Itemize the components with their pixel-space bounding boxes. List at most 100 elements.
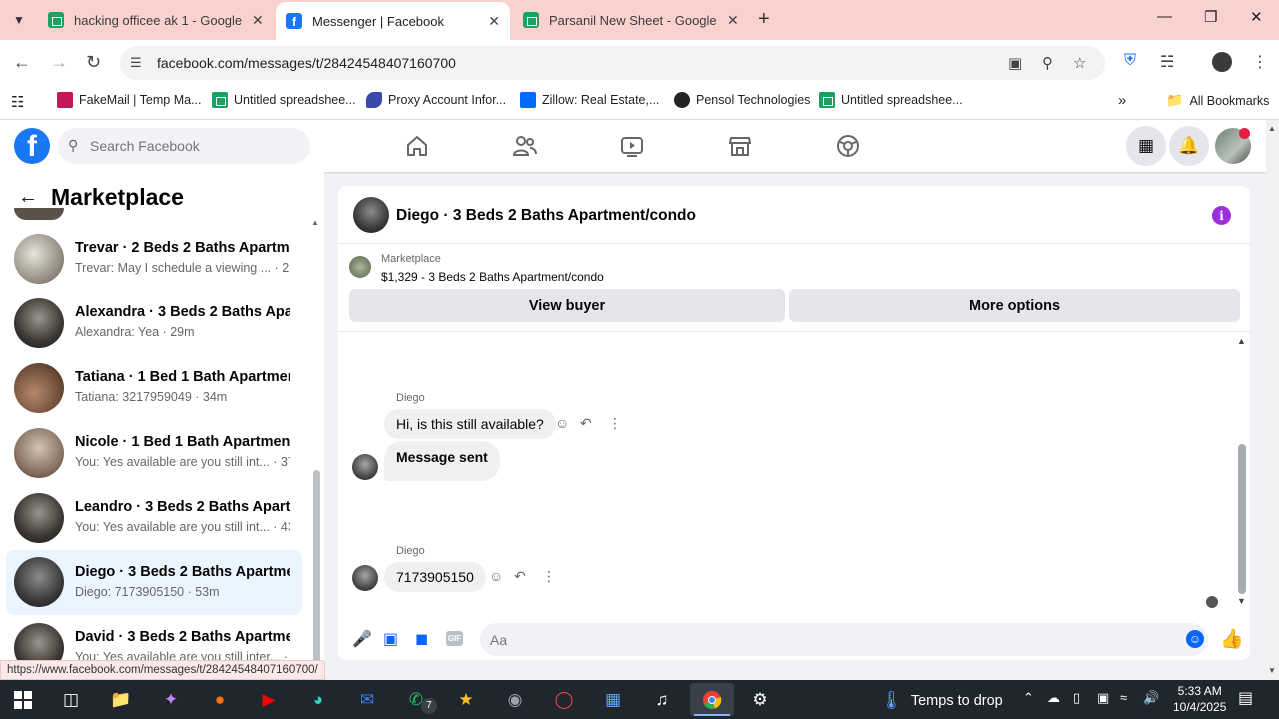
message-composer[interactable] <box>480 623 1208 656</box>
notifications-bell-icon[interactable]: 🔔 <box>1169 126 1209 166</box>
bookmark-zillow[interactable]: Zillow: Real Estate,... <box>520 92 659 108</box>
conversation-tatiana[interactable]: Tatiana · 1 Bed 1 Bath Apartmen... Tatia… <box>6 358 302 418</box>
tiktok-icon[interactable]: ♫ <box>647 686 677 714</box>
conversation-diego[interactable]: Diego · 3 Beds 2 Baths Apartme... Diego:… <box>6 550 302 615</box>
more-options-button[interactable]: More options <box>789 289 1240 322</box>
scroll-up-arrow-icon[interactable]: ▲ <box>311 218 319 227</box>
app-icon[interactable]: ● <box>205 686 235 714</box>
nav-video-icon[interactable] <box>612 132 652 160</box>
close-icon[interactable]: ✕ <box>727 12 739 29</box>
react-smiley-icon[interactable]: ☺ <box>555 415 569 431</box>
facebook-search[interactable]: ⚲ <box>58 128 310 164</box>
conversation-nicole[interactable]: Nicole · 1 Bed 1 Bath Apartment... You: … <box>6 423 302 483</box>
listing-price[interactable]: $1,329 - 3 Beds 2 Baths Apartment/condo <box>381 270 604 284</box>
message-input[interactable] <box>490 623 1170 656</box>
chat-scrollbar-thumb[interactable] <box>1238 444 1246 594</box>
edge-icon[interactable]: ◕ <box>303 686 333 714</box>
microphone-icon[interactable]: 🎤 <box>352 629 372 649</box>
more-dots-icon[interactable]: ⋮ <box>542 568 556 585</box>
bookmark-proxy[interactable]: Proxy Account Infor... <box>366 92 506 108</box>
app-icon[interactable]: ◉ <box>500 686 530 714</box>
install-app-icon[interactable]: ▣ <box>1008 54 1022 72</box>
emoji-icon[interactable]: ☺ <box>1186 630 1204 648</box>
scroll-up-arrow-icon[interactable]: ▲ <box>1268 124 1276 133</box>
opera-icon[interactable]: ◯ <box>549 686 579 714</box>
shield-extension-icon[interactable]: ⛨ <box>1124 52 1136 70</box>
browser-menu-icon[interactable]: ⋮ <box>1252 52 1268 72</box>
tab-search-icon[interactable]: ▼ <box>6 8 32 32</box>
search-input[interactable] <box>90 128 300 164</box>
settings-gear-icon[interactable]: ⚙ <box>745 686 775 714</box>
tray-chevron-icon[interactable]: ⌃ <box>1023 690 1034 706</box>
sender-avatar[interactable] <box>352 565 378 591</box>
bookmark-pensol[interactable]: Pensol Technologies <box>674 92 810 108</box>
gif-icon[interactable]: GIF <box>446 631 463 646</box>
youtube-icon[interactable]: ▶ <box>254 686 284 714</box>
bookmark-untitled-2[interactable]: Untitled spreadshee... <box>819 92 963 108</box>
chat-title[interactable]: Diego · 3 Beds 2 Baths Apartment/condo <box>396 207 696 225</box>
system-clock[interactable]: 5:33 AM 10/4/2025 <box>1173 683 1226 715</box>
sticker-icon[interactable]: ◼ <box>415 629 428 649</box>
message-bubble[interactable]: 7173905150 <box>384 562 486 592</box>
new-tab-button[interactable]: + <box>758 8 770 31</box>
site-info-icon[interactable]: ☰ <box>130 55 142 71</box>
bookmark-fakemail[interactable]: FakeMail | Temp Ma... <box>57 92 202 108</box>
chrome-icon[interactable] <box>690 683 734 716</box>
notifications-icon[interactable]: ▤ <box>1238 688 1253 708</box>
nav-marketplace-icon[interactable] <box>720 132 760 160</box>
outlook-icon[interactable]: ✉ <box>352 686 382 714</box>
facebook-logo-icon[interactable]: f <box>14 128 50 164</box>
url-text[interactable]: facebook.com/messages/t/2842454840716070… <box>157 55 456 71</box>
forward-arrow-icon[interactable]: → <box>50 52 68 73</box>
tab-messenger[interactable]: f Messenger | Facebook ✕ <box>276 2 510 40</box>
extensions-puzzle-icon[interactable]: ☵ <box>1160 52 1174 72</box>
volume-icon[interactable]: 🔊 <box>1143 690 1159 706</box>
reply-arrow-icon[interactable]: ↶ <box>580 415 592 432</box>
photo-icon[interactable]: ▣ <box>383 629 398 649</box>
conversation-trevar[interactable]: Trevar · 2 Beds 2 Baths Apartme... Treva… <box>6 229 302 289</box>
nav-home-icon[interactable] <box>397 132 437 160</box>
bookmark-star-icon[interactable]: ☆ <box>1073 54 1086 72</box>
minimize-icon[interactable]: — <box>1157 8 1172 25</box>
message-bubble[interactable]: Hi, is this still available? <box>384 409 556 439</box>
close-icon[interactable]: ✕ <box>252 12 264 29</box>
thumbs-up-icon[interactable]: 👍 <box>1220 627 1244 651</box>
message-bubble[interactable]: Message sent <box>384 441 500 481</box>
tab-sheets-parsanil[interactable]: Parsanil New Sheet - Google Sheets ✕ <box>513 0 749 40</box>
conversation-leandro[interactable]: Leandro · 3 Beds 2 Baths Apart... You: Y… <box>6 488 302 548</box>
reload-icon[interactable]: ↻ <box>86 52 101 73</box>
menu-grid-icon[interactable]: ▦ <box>1126 126 1166 166</box>
more-dots-icon[interactable]: ⋮ <box>608 415 622 432</box>
react-smiley-icon[interactable]: ☺ <box>489 568 503 584</box>
window-close-icon[interactable]: ✕ <box>1250 8 1263 26</box>
page-scrollbar[interactable] <box>1266 120 1279 680</box>
copilot-icon[interactable]: ✦ <box>156 686 186 714</box>
chat-avatar[interactable] <box>353 197 389 233</box>
reply-arrow-icon[interactable]: ↶ <box>514 568 526 585</box>
apps-grid-icon[interactable]: ☷ <box>11 93 24 111</box>
more-bookmarks-chevron-icon[interactable]: » <box>1118 92 1126 109</box>
wifi-icon[interactable]: ≈ <box>1120 690 1127 705</box>
nav-friends-icon[interactable] <box>505 132 545 160</box>
cloud-icon[interactable]: ☁ <box>1047 690 1060 706</box>
start-windows-icon[interactable] <box>8 686 38 714</box>
restore-icon[interactable]: ❐ <box>1204 8 1217 26</box>
medal-icon[interactable]: ★ <box>451 686 481 714</box>
info-icon[interactable]: i <box>1212 206 1231 225</box>
listing-thumbnail[interactable] <box>349 256 371 278</box>
conversation-alexandra[interactable]: Alexandra · 3 Beds 2 Baths Apar... Alexa… <box>6 293 302 353</box>
task-view-icon[interactable]: ◫ <box>56 686 86 714</box>
network-icon[interactable]: ▣ <box>1097 690 1109 706</box>
view-buyer-button[interactable]: View buyer <box>349 289 785 322</box>
nav-gaming-icon[interactable] <box>828 132 868 160</box>
store-icon[interactable]: ▦ <box>598 686 628 714</box>
tab-sheets-hacking[interactable]: hacking officee ak 1 - Google Sheets ✕ <box>38 0 274 40</box>
bookmark-untitled-1[interactable]: Untitled spreadshee... <box>212 92 356 108</box>
close-icon[interactable]: ✕ <box>488 13 500 30</box>
scroll-up-arrow-icon[interactable]: ▲ <box>1237 336 1246 346</box>
scroll-down-arrow-icon[interactable]: ▼ <box>1237 596 1246 606</box>
sidebar-scrollbar-thumb[interactable] <box>313 470 320 664</box>
profile-avatar[interactable] <box>1212 52 1232 72</box>
back-arrow-icon[interactable]: ← <box>13 52 31 73</box>
scroll-down-arrow-icon[interactable]: ▼ <box>1268 666 1276 675</box>
